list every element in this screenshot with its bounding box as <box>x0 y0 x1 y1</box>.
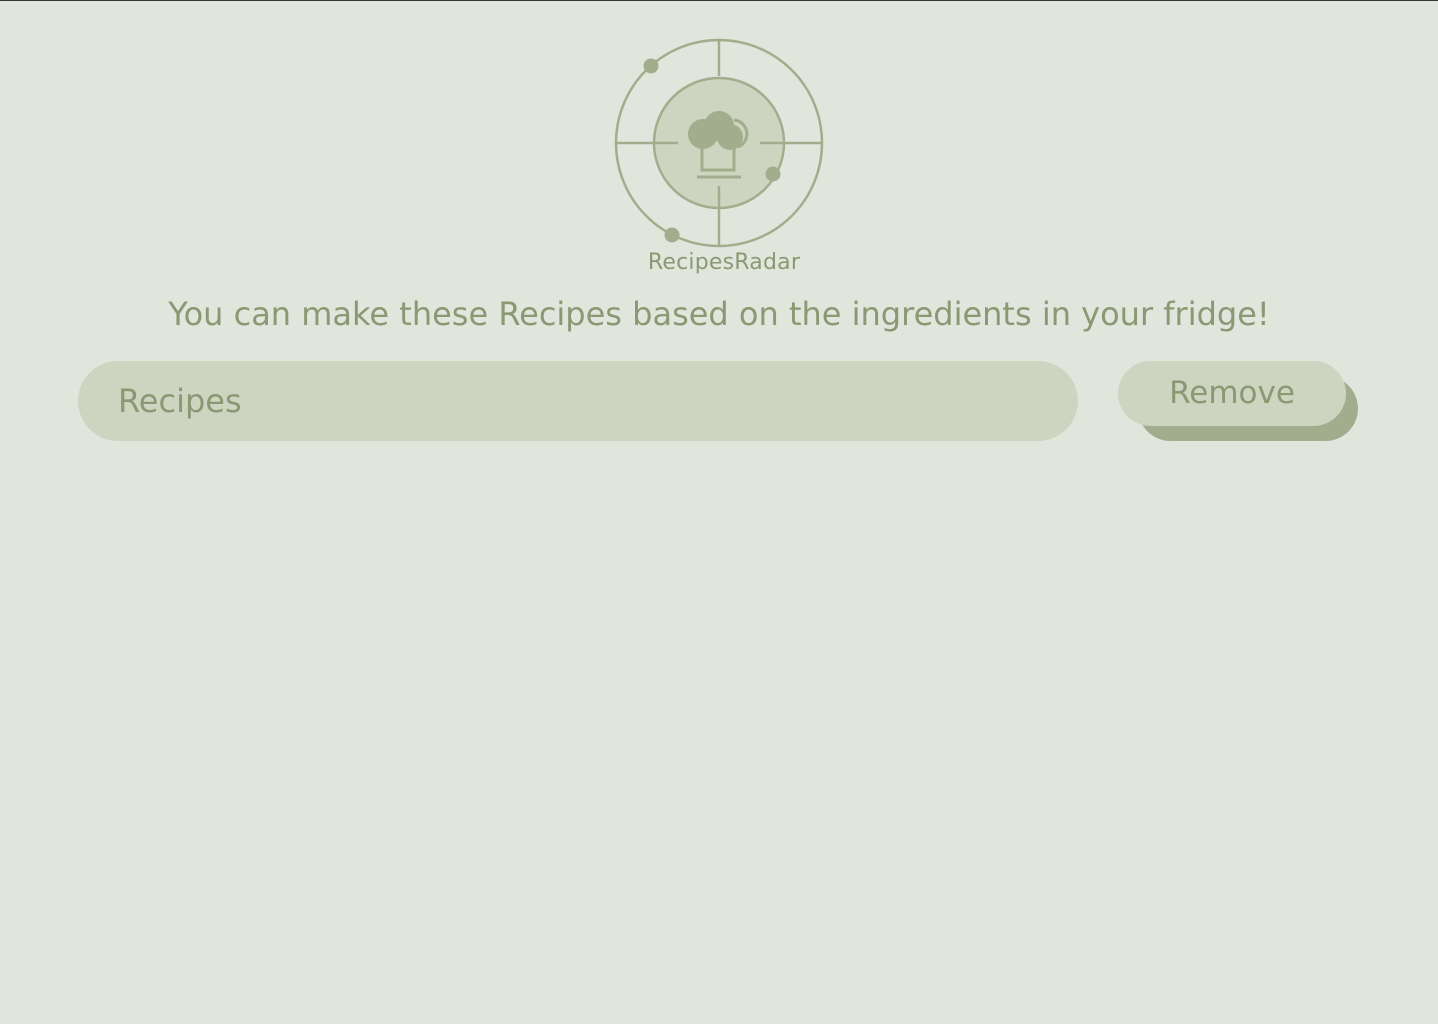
recipes-field[interactable]: Recipes <box>78 361 1078 441</box>
recipes-field-label: Recipes <box>118 382 242 420</box>
remove-button-label: Remove <box>1169 374 1295 411</box>
page-headline: You can make these Recipes based on the … <box>168 295 1270 333</box>
top-border <box>0 0 1438 1</box>
remove-button[interactable]: Remove <box>1118 361 1346 426</box>
chef-hat-radar-icon <box>614 38 824 248</box>
brand-name: RecipesRadar <box>647 250 801 275</box>
